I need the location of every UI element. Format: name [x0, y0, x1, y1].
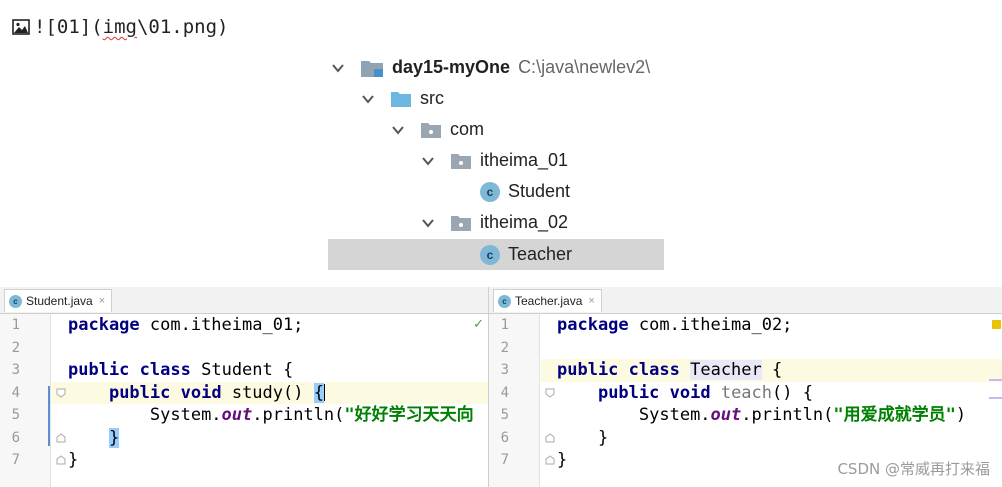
close-icon[interactable]: × — [99, 295, 105, 307]
code-line-current: public void study() { — [52, 381, 488, 404]
markdown-link: img — [102, 16, 137, 38]
package-folder-icon — [451, 215, 471, 231]
editor-teacher[interactable]: c Teacher.java × 1 2 3 4 5 6 7 package c… — [488, 287, 1002, 487]
tab-teacher-java[interactable]: c Teacher.java × — [493, 289, 602, 312]
code-line: System.out.println("用爱成就学员") — [638, 405, 967, 425]
fold-icon[interactable] — [56, 455, 66, 465]
check-icon: ✓ — [473, 317, 484, 332]
code-area[interactable]: package com.itheima_01; public class Stu… — [52, 314, 488, 487]
line-number: 7 — [500, 452, 509, 468]
class-icon: c — [9, 294, 22, 308]
chevron-down-icon[interactable] — [420, 215, 436, 231]
line-number: 1 — [11, 317, 20, 333]
line-number-gutter: 1 2 3 4 5 6 7 — [489, 314, 540, 487]
tab-bar: c Student.java × — [0, 287, 488, 314]
line-number: 6 — [500, 429, 509, 446]
tree-item-pkg2[interactable]: itheima_02 — [420, 207, 568, 238]
chevron-down-icon[interactable] — [390, 122, 406, 138]
tree-label-pkg2: itheima_02 — [480, 212, 569, 232]
line-number: 2 — [500, 339, 509, 356]
chevron-down-icon[interactable] — [330, 60, 346, 76]
line-number: 3 — [500, 362, 509, 378]
line-number: 5 — [500, 407, 509, 423]
chevron-down-icon[interactable] — [420, 153, 436, 169]
line-number: 6 — [11, 429, 20, 446]
tree-label-pkg1: itheima_01 — [480, 150, 569, 170]
text-caret — [323, 384, 325, 401]
fold-icon[interactable] — [545, 388, 555, 398]
scroll-marker[interactable] — [989, 397, 1002, 399]
line-number: 1 — [500, 317, 509, 333]
fold-icon[interactable] — [545, 455, 555, 465]
line-number: 4 — [500, 384, 509, 401]
project-folder-icon — [361, 60, 383, 77]
tab-bar: c Teacher.java × — [489, 287, 1002, 314]
code-line: public class Student { — [68, 360, 294, 380]
fold-icon[interactable] — [56, 433, 66, 443]
package-folder-icon — [451, 153, 471, 169]
markdown-prefix: ![01]( — [34, 16, 103, 38]
project-name: day15-myOne — [392, 57, 511, 77]
class-icon: c — [480, 181, 500, 202]
tab-student-java[interactable]: c Student.java × — [4, 289, 113, 312]
tree-label-class2: Teacher — [508, 244, 573, 264]
tree-label-src: src — [420, 88, 444, 108]
tab-label: Student.java — [26, 294, 93, 308]
image-icon — [12, 19, 30, 35]
line-number: 4 — [11, 384, 20, 401]
class-icon: c — [498, 294, 511, 308]
fold-icon[interactable] — [56, 388, 66, 398]
code-line-current: public class Teacher { — [541, 359, 1002, 382]
source-folder-icon — [391, 91, 411, 107]
tab-label: Teacher.java — [515, 294, 583, 308]
code-line: public void teach() { — [597, 382, 813, 403]
line-number: 2 — [11, 339, 20, 356]
close-icon[interactable]: × — [588, 295, 594, 307]
scroll-marker[interactable] — [989, 379, 1002, 381]
class-icon: c — [480, 244, 500, 265]
line-number: 5 — [11, 407, 20, 423]
line-number-gutter: 1 2 3 4 5 6 7 — [0, 314, 51, 487]
code-line: System.out.println("好好学习天天向 — [149, 405, 474, 425]
tree-item-class2[interactable]: c Teacher — [328, 239, 664, 270]
change-marker — [48, 386, 50, 446]
line-number: 7 — [11, 452, 20, 468]
code-line: } — [68, 450, 79, 470]
tree-item-project[interactable]: day15-myOne C:\java\newlev2\ — [330, 52, 650, 83]
markdown-image-line: ![01](img \01.png) — [12, 14, 228, 40]
code-line: package com.itheima_02; — [557, 315, 793, 335]
fold-icon[interactable] — [545, 433, 555, 443]
watermark: CSDN @常威再打来福 — [837, 460, 990, 478]
tree-label-class1: Student — [508, 181, 571, 201]
code-line: } — [597, 427, 609, 448]
tree-item-class1[interactable]: c Student — [480, 176, 570, 207]
tree-item-src[interactable]: src — [360, 83, 444, 114]
code-line: package com.itheima_01; — [68, 315, 304, 335]
chevron-down-icon[interactable] — [360, 91, 376, 107]
line-number: 3 — [11, 362, 20, 378]
markdown-suffix: \01.png) — [136, 16, 229, 38]
tree-label-com: com — [450, 119, 485, 139]
code-line: } — [108, 427, 120, 448]
package-folder-icon — [421, 122, 441, 138]
project-path: C:\java\newlev2\ — [518, 57, 651, 77]
project-tree: day15-myOne C:\java\newlev2\ src com ith… — [0, 50, 1002, 272]
tree-item-pkg1[interactable]: itheima_01 — [420, 145, 568, 176]
warning-marker-icon[interactable] — [992, 320, 1001, 329]
editor-student[interactable]: c Student.java × 1 2 3 4 5 6 7 package c… — [0, 287, 488, 487]
tree-item-com[interactable]: com — [390, 114, 484, 145]
